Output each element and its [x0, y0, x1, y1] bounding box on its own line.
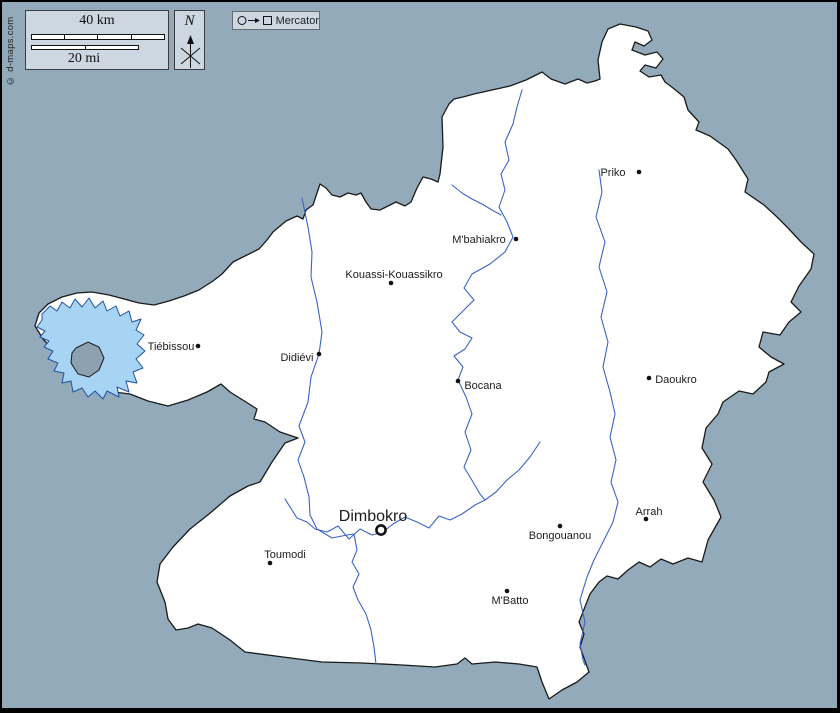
compass-arrow-icon [175, 35, 206, 71]
city-marker-priko [637, 170, 642, 175]
scale-bars [31, 34, 165, 52]
city-marker-ti-bissou [196, 344, 201, 349]
city-marker-m-bahiakro [514, 237, 519, 242]
city-label-toumodi: Toumodi [264, 549, 306, 561]
city-label-didi-vi: Didiévi [280, 352, 313, 364]
city-marker-bongouanou [558, 524, 563, 529]
city-label-m-batto: M'Batto [492, 595, 529, 607]
city-label-daoukro: Daoukro [655, 374, 697, 386]
copyright-watermark: © d-maps.com [5, 10, 16, 86]
city-marker-kouassi-kouassikro [389, 281, 394, 286]
compass-panel: N [174, 10, 205, 70]
scale-bar-panel: 40 km 20 mi [25, 10, 169, 70]
region-outline [35, 24, 814, 699]
city-label-priko: Priko [600, 167, 625, 179]
city-marker-daoukro [647, 376, 652, 381]
projection-symbols-icon [237, 15, 273, 26]
map-canvas: Priko M'bahiakro Kouassi-Kouassikro Tiébiss… [0, 0, 840, 713]
city-label-ti-bissou: Tiébissou [148, 341, 195, 353]
city-label-dimbokro: Dimbokro [339, 508, 408, 525]
city-marker-didi-vi [317, 352, 322, 357]
city-marker-bocana [456, 379, 461, 384]
city-marker-toumodi [268, 561, 273, 566]
scale-mi-label: 20 mi [26, 51, 142, 67]
projection-legend: Mercator [232, 11, 320, 30]
city-label-bocana: Bocana [464, 380, 502, 392]
projection-label: Mercator [276, 15, 319, 27]
map-image: Priko M'bahiakro Kouassi-Kouassikro Tiébiss… [2, 2, 840, 713]
scale-km-label: 40 km [26, 13, 168, 29]
city-label-arrah: Arrah [636, 506, 663, 518]
city-marker-m-batto [505, 589, 510, 594]
city-label-kouassi-kouassikro: Kouassi-Kouassikro [345, 269, 442, 281]
city-marker-dimbokro [376, 525, 385, 534]
city-label-bongouanou: Bongouanou [529, 530, 591, 542]
compass-north-label: N [175, 13, 204, 30]
city-label-m-bahiakro: M'bahiakro [452, 234, 505, 246]
